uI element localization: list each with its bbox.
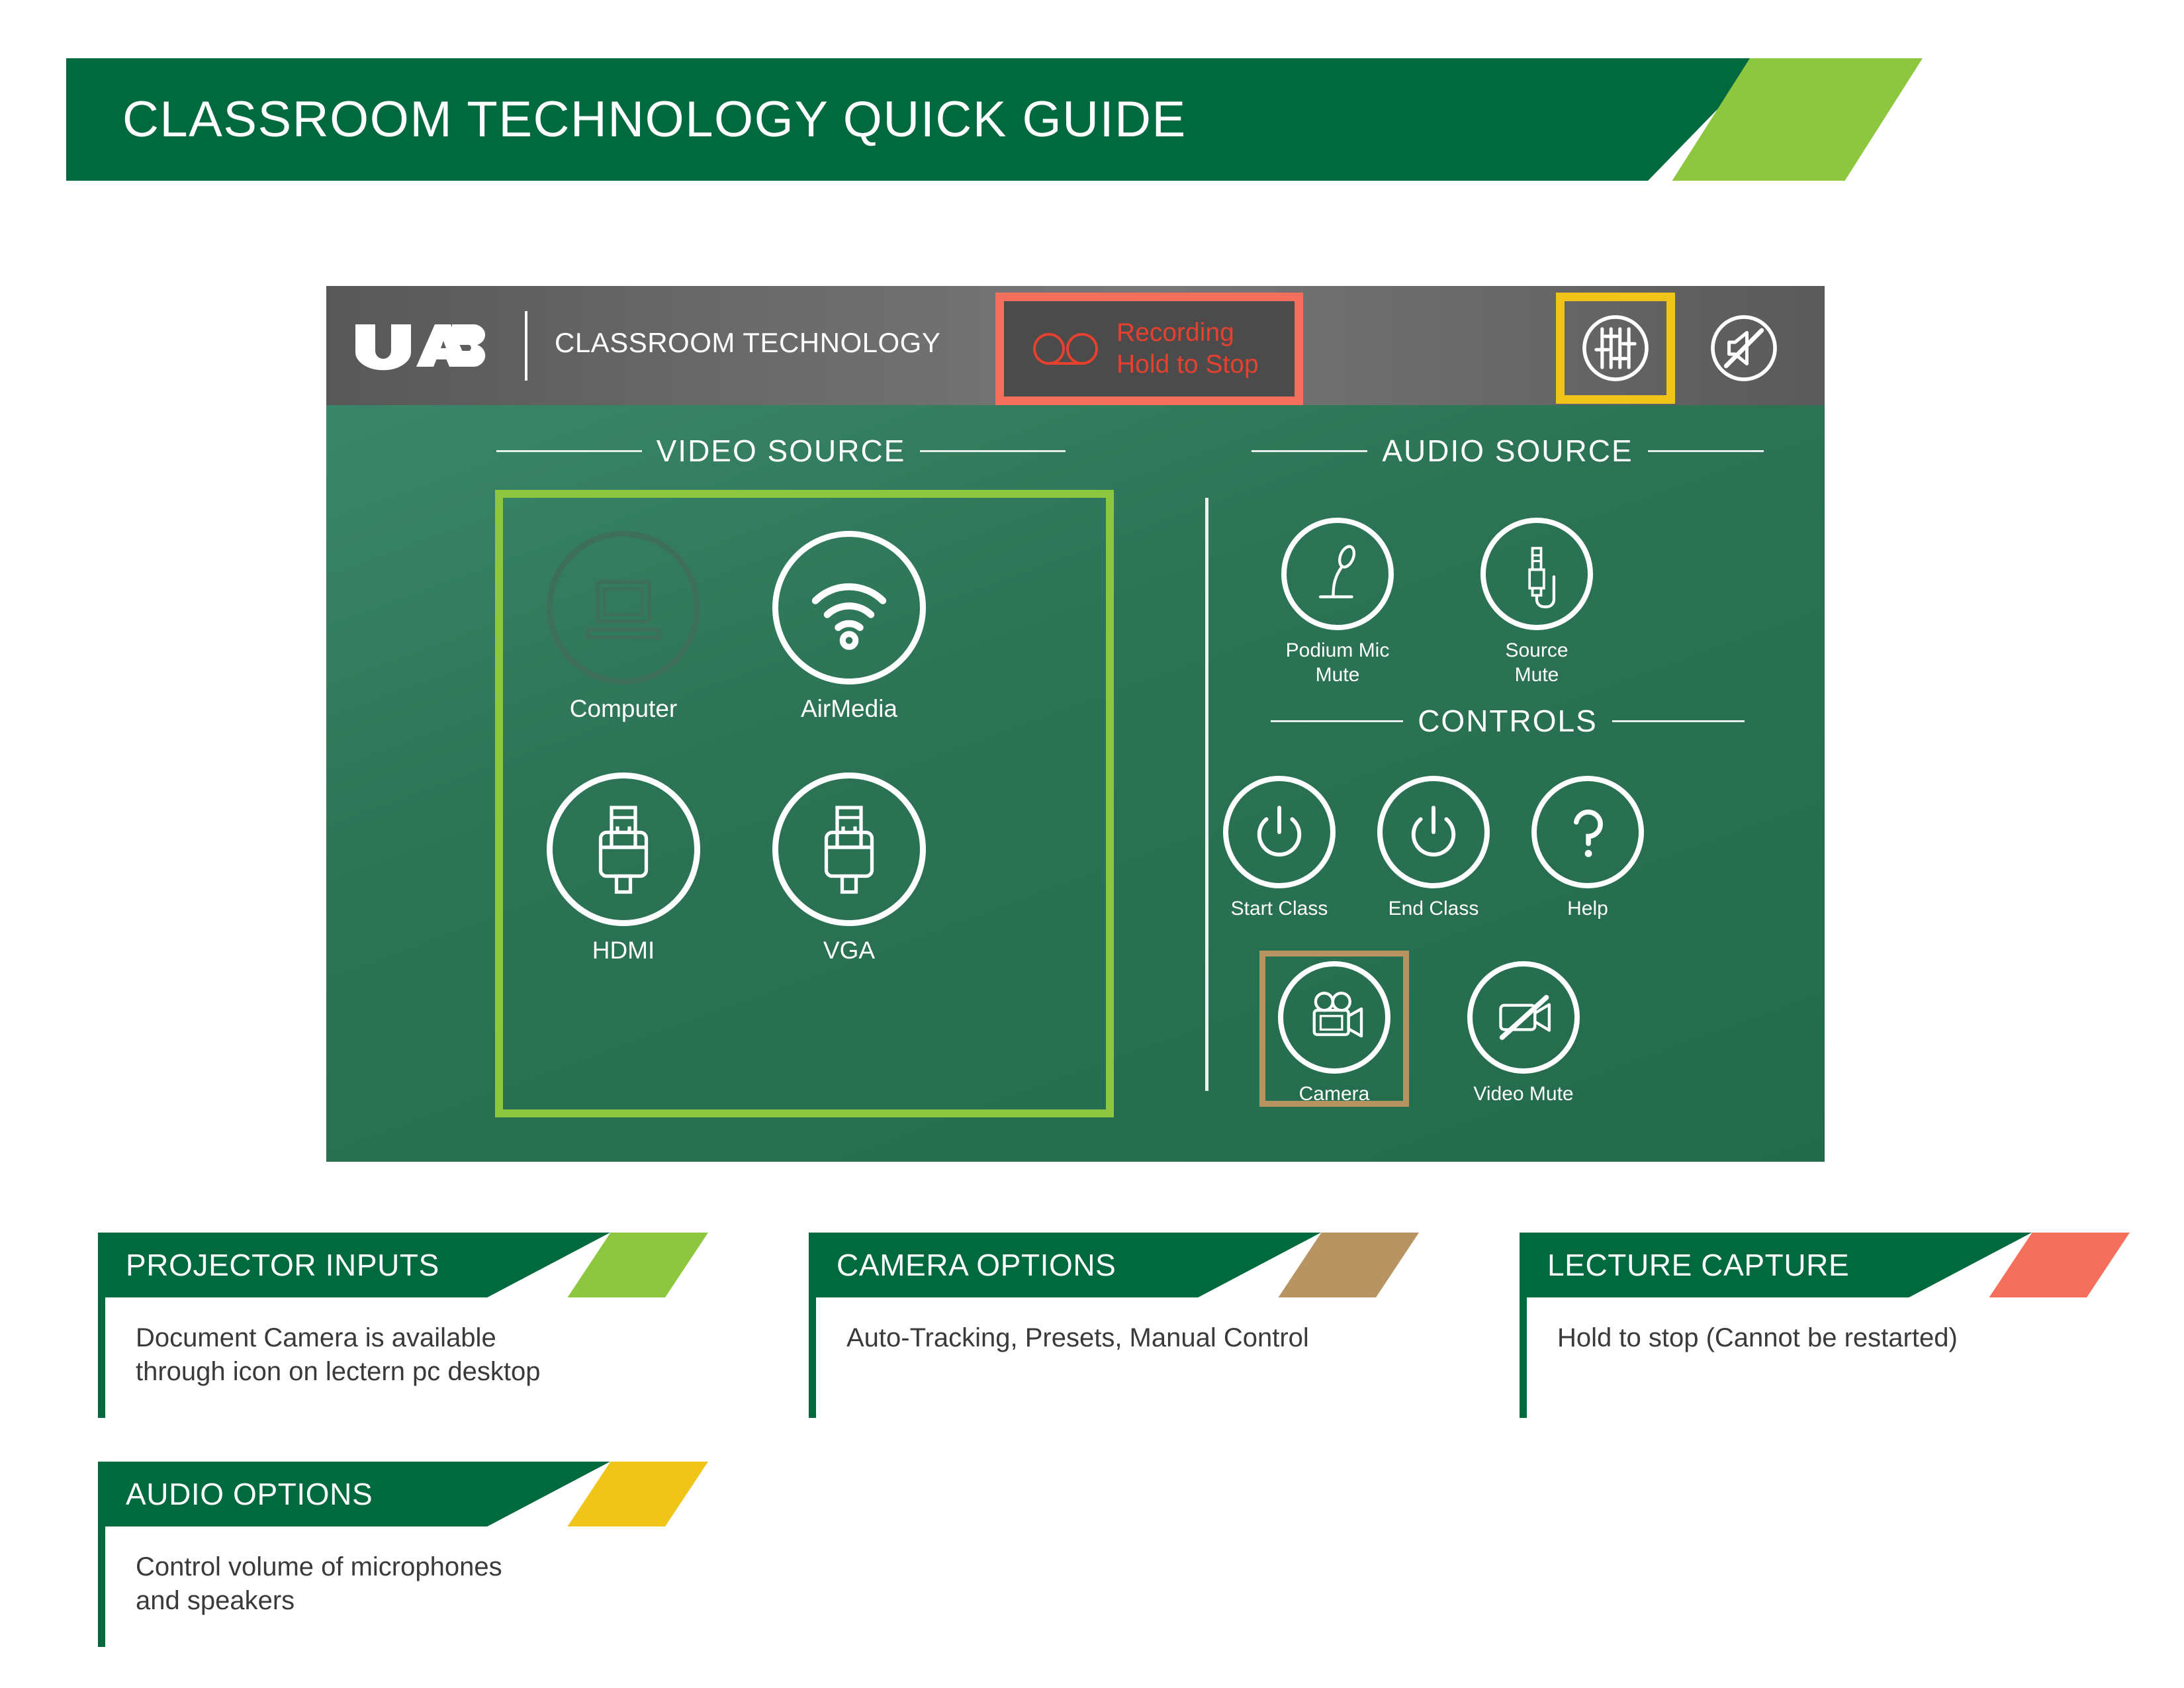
controls-heading: CONTROLS	[1233, 703, 1782, 739]
control-end-class-button[interactable]: End Class	[1377, 776, 1490, 921]
video-source-computer-button[interactable]: Computer	[547, 531, 700, 723]
card-header: LECTURE CAPTURE	[1520, 1233, 2130, 1297]
recording-badge[interactable]: Recording Hold to Stop	[995, 293, 1303, 405]
card-body-line1: Document Camera is available	[136, 1323, 496, 1352]
cassette-tape-icon	[1033, 333, 1098, 365]
audio-source-heading-text: AUDIO SOURCE	[1382, 434, 1633, 468]
card-body: Auto-Tracking, Presets, Manual Control	[809, 1297, 1404, 1418]
video-mute-ring	[1467, 961, 1580, 1074]
rule-right	[920, 449, 1066, 452]
control-video-mute-button[interactable]: Video Mute	[1467, 961, 1580, 1107]
audio-source-mute-label: Source Mute	[1505, 639, 1568, 687]
equalizer-button[interactable]	[1556, 293, 1675, 404]
video-source-airmedia-label: AirMedia	[801, 695, 897, 722]
video-source-hdmi-label: HDMI	[592, 937, 655, 964]
start-class-ring	[1223, 776, 1336, 888]
source-mute-label-line2: Mute	[1514, 663, 1559, 686]
hdmi-plug-icon	[598, 806, 649, 894]
audio-podium-mic-mute-button[interactable]: Podium Mic Mute	[1281, 518, 1394, 687]
card-body-line1: Control volume of microphones	[136, 1552, 502, 1581]
card-title: CAMERA OPTIONS	[837, 1248, 1116, 1282]
video-camera-icon	[1312, 992, 1363, 1038]
video-source-hdmi-button[interactable]: HDMI	[547, 773, 700, 964]
recording-label-line2: Hold to Stop	[1116, 350, 1259, 379]
card-header: CAMERA OPTIONS	[809, 1233, 1419, 1297]
card-body-line2: through icon on lectern pc desktop	[136, 1357, 541, 1387]
card-body: Document Camera is available through ico…	[98, 1297, 694, 1418]
question-mark-icon	[1573, 810, 1603, 857]
control-video-mute-label: Video Mute	[1473, 1083, 1574, 1105]
logo-divider	[525, 311, 527, 381]
airmedia-ring	[772, 531, 926, 684]
audio-podium-mic-mute-label: Podium Mic Mute	[1286, 639, 1390, 687]
rule-right	[1647, 449, 1764, 452]
speaker-mute-button[interactable]	[1684, 293, 1803, 404]
podium-mic-label-line1: Podium Mic	[1285, 639, 1390, 661]
podium-mic-label-line2: Mute	[1315, 663, 1360, 686]
page-banner: CLASSROOM TECHNOLOGY QUICK GUIDE	[66, 58, 1923, 181]
video-source-vga-button[interactable]: VGA	[772, 773, 926, 964]
card-body: Control volume of microphones and speake…	[98, 1526, 694, 1647]
source-mute-label-line1: Source	[1505, 639, 1569, 661]
control-help-label: Help	[1567, 898, 1608, 919]
source-mute-ring	[1480, 518, 1593, 630]
video-camera-slash-icon	[1499, 994, 1551, 1041]
hdmi-ring	[547, 773, 700, 926]
panel-header-bar: CLASSROOM TECHNOLOGY Recording Hold to S…	[326, 286, 1825, 405]
control-end-class-label: End Class	[1388, 898, 1479, 919]
laptop-icon	[586, 580, 661, 639]
card-body-line1: Hold to stop (Cannot be restarted)	[1557, 1323, 1958, 1352]
recording-label-line1: Recording	[1116, 318, 1234, 348]
camera-ring	[1278, 961, 1390, 1074]
audio-jack-icon	[1528, 547, 1556, 608]
quick-guide-page: CLASSROOM TECHNOLOGY QUICK GUIDE CLASSRO…	[0, 0, 2184, 1688]
page-title: CLASSROOM TECHNOLOGY QUICK GUIDE	[122, 91, 1187, 148]
panel-vertical-divider	[1205, 498, 1208, 1091]
vga-ring	[772, 773, 926, 926]
video-source-airmedia-button[interactable]: AirMedia	[772, 531, 926, 723]
audio-source-heading: AUDIO SOURCE	[1233, 433, 1782, 469]
power-icon	[1257, 806, 1302, 857]
help-ring	[1531, 776, 1644, 888]
card-camera-options: CAMERA OPTIONS Auto-Tracking, Presets, M…	[809, 1233, 1419, 1418]
card-body-line2: and speakers	[136, 1586, 295, 1616]
rule-left	[1251, 449, 1368, 452]
rule-left	[496, 449, 642, 452]
equalizer-icon	[1582, 315, 1649, 381]
card-projector-inputs: PROJECTOR INPUTS Document Camera is avai…	[98, 1233, 708, 1418]
card-title: LECTURE CAPTURE	[1547, 1248, 1850, 1282]
card-header: AUDIO OPTIONS	[98, 1462, 708, 1526]
card-lecture-capture: LECTURE CAPTURE Hold to stop (Cannot be …	[1520, 1233, 2130, 1418]
computer-ring	[547, 531, 700, 684]
card-title: PROJECTOR INPUTS	[126, 1248, 439, 1282]
card-body: Hold to stop (Cannot be restarted)	[1520, 1297, 2115, 1418]
card-body-line1: Auto-Tracking, Presets, Manual Control	[846, 1323, 1309, 1352]
control-camera-label: Camera	[1298, 1083, 1370, 1105]
speaker-mute-icon	[1711, 315, 1777, 381]
card-header: PROJECTOR INPUTS	[98, 1233, 708, 1297]
touch-panel: CLASSROOM TECHNOLOGY Recording Hold to S…	[326, 286, 1825, 1162]
power-icon	[1411, 806, 1456, 857]
podium-mic-ring	[1281, 518, 1394, 630]
control-start-class-button[interactable]: Start Class	[1223, 776, 1336, 921]
audio-source-mute-button[interactable]: Source Mute	[1480, 518, 1593, 687]
uab-logo	[353, 319, 488, 372]
control-help-button[interactable]: Help	[1531, 776, 1644, 921]
rule-left	[1271, 720, 1404, 722]
rule-right	[1612, 720, 1745, 722]
wifi-icon	[811, 583, 887, 650]
card-title: AUDIO OPTIONS	[126, 1477, 373, 1511]
panel-subtitle: CLASSROOM TECHNOLOGY	[555, 327, 941, 358]
card-audio-options: AUDIO OPTIONS Control volume of micropho…	[98, 1462, 708, 1647]
podium-microphone-icon	[1318, 545, 1356, 598]
video-source-computer-label: Computer	[569, 695, 678, 722]
controls-heading-text: CONTROLS	[1418, 704, 1598, 738]
end-class-ring	[1377, 776, 1490, 888]
video-source-heading-text: VIDEO SOURCE	[656, 434, 906, 468]
vga-plug-icon	[824, 806, 874, 894]
video-source-vga-label: VGA	[823, 937, 876, 964]
control-camera-button[interactable]: Camera	[1278, 961, 1390, 1107]
video-source-heading: VIDEO SOURCE	[440, 433, 1122, 469]
control-start-class-label: Start Class	[1230, 898, 1328, 919]
